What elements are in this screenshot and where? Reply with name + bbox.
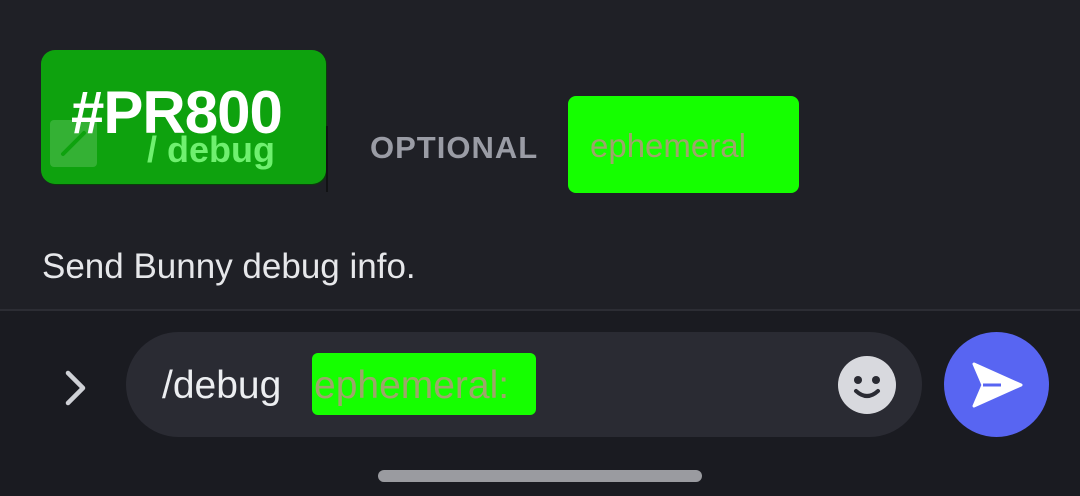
message-input[interactable]: /debug ephemeral: <box>126 332 922 437</box>
app-root: / debug #PR800 OPTIONAL ephemeral Send B… <box>0 0 1080 496</box>
chevron-right-icon <box>65 370 86 406</box>
expand-button[interactable] <box>50 363 100 413</box>
input-option-label: ephemeral: <box>314 364 510 407</box>
optional-label: OPTIONAL <box>370 130 539 165</box>
option-chip-label: ephemeral <box>590 127 746 164</box>
input-command-text: /debug <box>162 364 282 407</box>
pr-badge: / debug #PR800 <box>41 50 326 184</box>
send-arrow-icon <box>972 362 1023 408</box>
command-suggestion-panel[interactable]: / debug #PR800 OPTIONAL ephemeral Send B… <box>0 0 1080 309</box>
input-option-chip[interactable]: ephemeral: <box>312 353 536 415</box>
command-description: Send Bunny debug info. <box>42 247 416 286</box>
emoji-button[interactable] <box>837 355 897 415</box>
option-chip-ephemeral[interactable]: ephemeral <box>568 96 799 193</box>
send-button[interactable] <box>944 332 1049 437</box>
message-composer: /debug ephemeral: <box>0 311 1080 496</box>
vertical-divider <box>326 126 328 192</box>
pr-badge-label: #PR800 <box>71 79 283 146</box>
home-indicator[interactable] <box>378 470 702 482</box>
smiley-face-icon <box>838 356 896 414</box>
